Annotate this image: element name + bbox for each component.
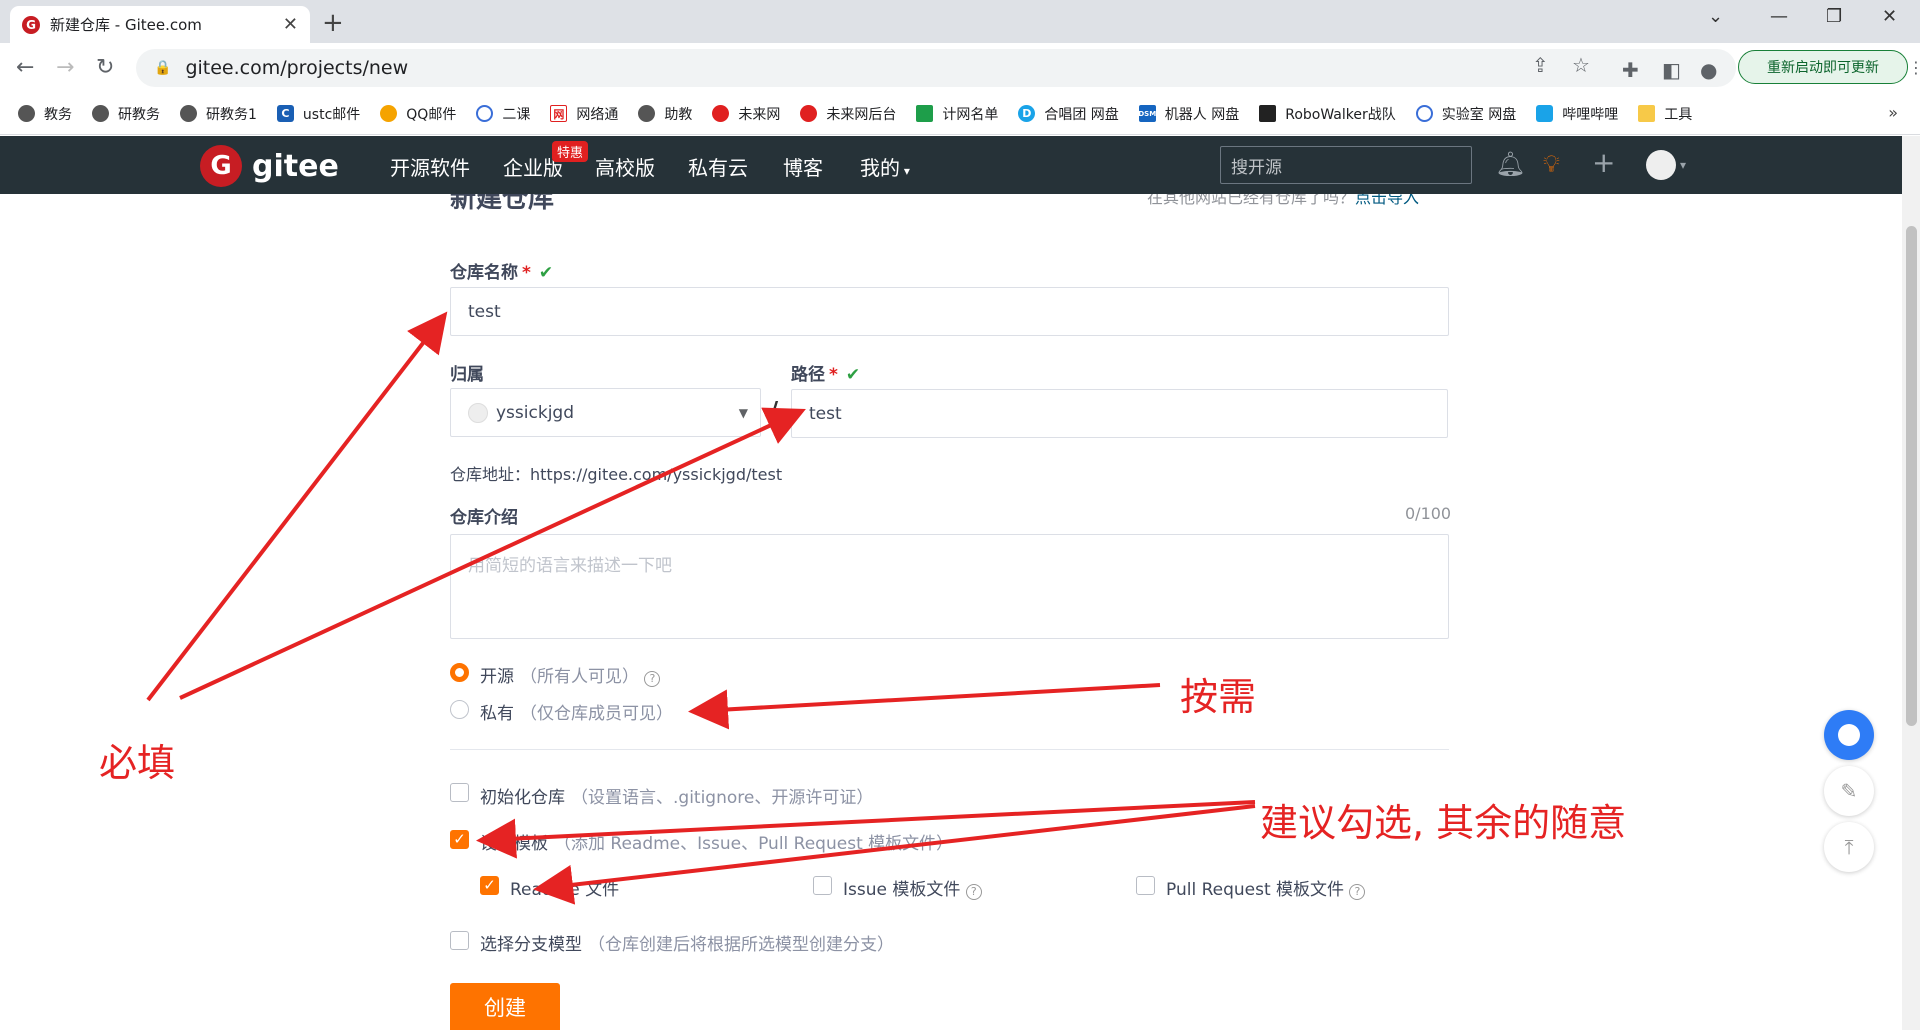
arrow-to-path: [179, 407, 806, 700]
annotation-as-needed: 按需: [1180, 675, 1257, 719]
arrow-to-repo-name: [146, 311, 448, 702]
arrow-to-private: [688, 683, 1161, 730]
annotation-suggest: 建议勾选, 其余的随意: [1260, 801, 1627, 845]
annotation-required: 必填: [99, 741, 176, 785]
annotation-arrows: [146, 311, 1256, 905]
